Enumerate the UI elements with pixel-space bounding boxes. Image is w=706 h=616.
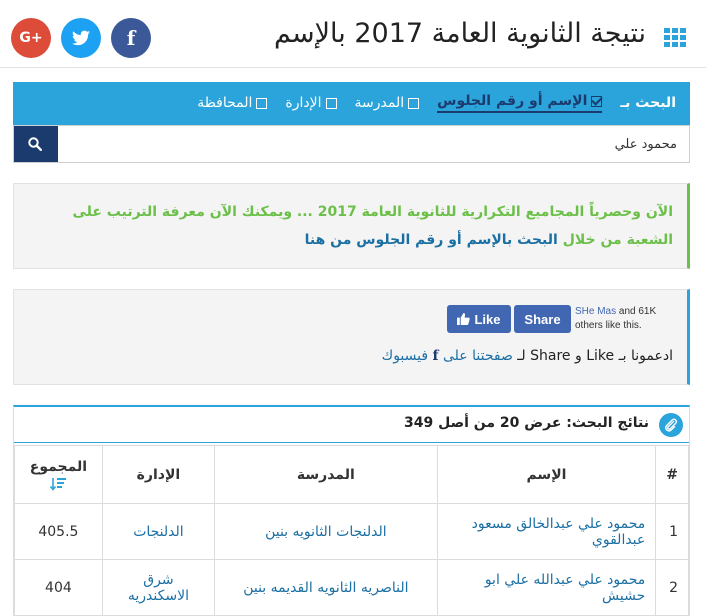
table-header-row: # الإسم المدرسة الإدارة المجموع — [14, 445, 689, 504]
facebook-f-icon: f — [432, 348, 439, 364]
row-number: 2 — [655, 559, 689, 616]
search-by-label: البحث بـ — [620, 95, 676, 111]
table-row[interactable]: 2 محمود علي عبدالله علي ابو حشيش الناصري… — [14, 559, 689, 616]
results-panel: نتائج البحث: عرض 20 من أصل 349 # الإسم ا… — [13, 405, 690, 616]
total-score: 405.5 — [14, 503, 103, 560]
notice-highlight: الآن وحصرياً — [589, 204, 673, 220]
row-number: 1 — [655, 503, 689, 560]
search-input[interactable] — [58, 126, 689, 162]
notice-box: الآن وحصرياً المجاميع التكرارية للثانوية… — [13, 183, 690, 269]
paperclip-icon — [659, 413, 683, 437]
student-name[interactable]: محمود علي عبدالله علي ابو حشيش — [436, 559, 657, 616]
search-row — [13, 125, 690, 163]
administration-name[interactable]: الدلنجات — [101, 503, 216, 560]
results-title: نتائج البحث: عرض 20 من أصل 349 — [403, 415, 649, 431]
menu-grid-icon[interactable] — [664, 28, 686, 47]
search-option-school[interactable]: المدرسة — [355, 95, 420, 111]
column-header-school[interactable]: المدرسة — [214, 445, 438, 504]
notice-search-link[interactable]: البحث بالإسم أو رقم الجلوس من هنا — [305, 232, 558, 248]
column-header-administration[interactable]: الإدارة — [101, 445, 216, 504]
search-option-governorate[interactable]: المحافظة — [197, 95, 268, 111]
facebook-page-link[interactable]: صفحتنا على f فيسبوك — [382, 348, 513, 364]
page-title: نتيجة الثانوية العامة 2017 بالإسم — [274, 18, 646, 49]
search-options-bar: البحث بـ الإسم أو رقم الجلوس المدرسة الإ… — [13, 82, 690, 125]
search-option-name-or-seat[interactable]: الإسم أو رقم الجلوس — [437, 93, 603, 113]
support-line: ادعمونا بـ Like و Share لـ صفحتنا على f … — [381, 348, 673, 364]
school-name[interactable]: الدلنجات الثانويه بنين — [214, 503, 438, 560]
sort-desc-icon — [50, 477, 67, 491]
facebook-share-button[interactable]: Share — [514, 305, 571, 333]
column-header-total[interactable]: المجموع — [14, 445, 103, 504]
search-button[interactable] — [14, 126, 58, 162]
search-icon — [28, 137, 42, 151]
school-name[interactable]: الناصريه الثانويه القديمه بنين — [214, 559, 438, 616]
checkbox-checked-icon — [591, 95, 603, 107]
facebook-friend-name[interactable]: SHe Mas — [575, 306, 616, 317]
checkbox-icon — [408, 97, 420, 109]
facebook-like-box: Like Share SHe Mas and 61K others like t… — [13, 289, 690, 385]
checkbox-icon — [325, 97, 337, 109]
site-header: نتيجة الثانوية العامة 2017 بالإسم G+ f — [0, 0, 706, 68]
checkbox-icon — [256, 97, 268, 109]
administration-name[interactable]: شرق الاسكندريه — [101, 559, 216, 616]
facebook-icon[interactable]: f — [111, 18, 151, 58]
student-name[interactable]: محمود علي عبدالخالق مسعود عبدالقوي — [436, 503, 657, 560]
facebook-like-button[interactable]: Like — [447, 305, 511, 333]
search-option-administration[interactable]: الإدارة — [285, 95, 337, 111]
column-header-name[interactable]: الإسم — [436, 445, 657, 504]
google-plus-icon[interactable]: G+ — [11, 18, 51, 58]
thumbs-up-icon — [457, 313, 471, 325]
table-row[interactable]: 1 محمود علي عبدالخالق مسعود عبدالقوي الد… — [14, 503, 689, 560]
total-score: 404 — [14, 559, 103, 616]
results-table: # الإسم المدرسة الإدارة المجموع 1 محمود … — [14, 445, 689, 616]
results-header: نتائج البحث: عرض 20 من أصل 349 — [14, 407, 689, 443]
facebook-like-count: SHe Mas and 61K others like this. — [575, 306, 657, 331]
column-header-number: # — [655, 445, 689, 504]
twitter-icon[interactable] — [61, 18, 101, 58]
